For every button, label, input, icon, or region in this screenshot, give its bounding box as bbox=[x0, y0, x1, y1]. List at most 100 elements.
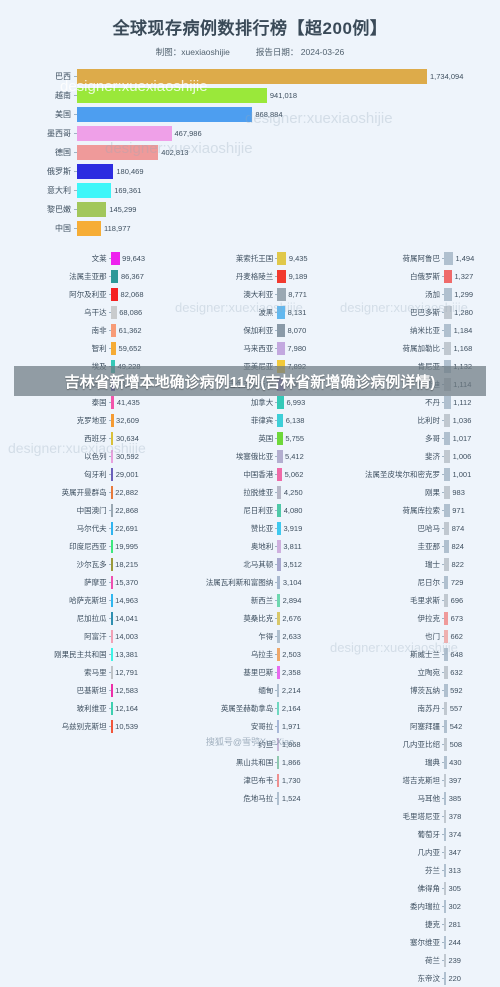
bar-category-label: 斐济 bbox=[424, 451, 440, 461]
bar-track: 1,494 bbox=[443, 251, 500, 265]
table-row: 瑞士 822 bbox=[333, 555, 500, 573]
bar bbox=[443, 521, 450, 535]
bar-track: 68,086 bbox=[110, 305, 167, 319]
bar-value-label: 1,001 bbox=[452, 469, 472, 479]
table-row: 纳米比亚 1,184 bbox=[333, 321, 500, 339]
table-row: 波黑 8,131 bbox=[167, 303, 334, 321]
bar-track: 22,868 bbox=[110, 503, 167, 517]
table-row: 澳大利亚 8,771 bbox=[167, 285, 334, 303]
bar bbox=[443, 575, 449, 589]
table-row: 毛里求斯 696 bbox=[333, 591, 500, 609]
bar bbox=[443, 593, 449, 607]
bar-category-label: 泰国 bbox=[91, 397, 107, 407]
bar-category-label: 白俄罗斯 bbox=[409, 271, 440, 281]
table-row: 荷属阿鲁巴 1,494 bbox=[333, 249, 500, 267]
bar-track: 302 bbox=[443, 899, 500, 913]
bar bbox=[443, 341, 451, 355]
bar-category-label: 荷兰 bbox=[424, 955, 440, 965]
bar bbox=[443, 539, 449, 553]
table-row: 也门 662 bbox=[333, 627, 500, 645]
bar bbox=[443, 881, 446, 895]
table-row: 美国 868,884 bbox=[0, 105, 494, 123]
bar-track: 1,866 bbox=[277, 755, 333, 769]
bar bbox=[443, 719, 448, 733]
bar bbox=[110, 305, 117, 319]
bar-track: 244 bbox=[443, 935, 500, 949]
small-bar-columns: 文莱 99,643 法属圭亚那 86,367 阿尔及利亚 82,068 乌干达 68,086 南… bbox=[0, 249, 500, 987]
bar bbox=[277, 287, 286, 301]
bar bbox=[110, 449, 114, 463]
bar-track: 13,381 bbox=[110, 647, 167, 661]
bar-value-label: 180,469 bbox=[116, 166, 144, 176]
bar-category-label: 中国澳门 bbox=[76, 505, 107, 515]
table-row: 萨摩亚 15,370 bbox=[0, 573, 167, 591]
table-row: 英属圣赫勒拿岛 2,164 bbox=[167, 699, 334, 717]
bar-track: 9,435 bbox=[277, 251, 333, 265]
table-row: 以色列 30,592 bbox=[0, 447, 167, 465]
bar-value-label: 19,995 bbox=[115, 541, 139, 551]
bar-track: 29,001 bbox=[110, 467, 167, 481]
table-row: 荷属加勒比 1,168 bbox=[333, 339, 500, 357]
bar-category-label: 西班牙 bbox=[84, 433, 107, 443]
bar-value-label: 29,001 bbox=[115, 469, 139, 479]
bar-category-label: 索马里 bbox=[84, 667, 107, 677]
bar bbox=[110, 485, 113, 499]
bar bbox=[277, 323, 285, 337]
overlay-banner: 吉林省新增本地确诊病例11例(吉林省新增确诊病例详情) bbox=[14, 366, 486, 396]
table-row: 哈萨克斯坦 14,963 bbox=[0, 591, 167, 609]
table-row: 乌兹别克斯坦 10,539 bbox=[0, 717, 167, 735]
bar-track: 374 bbox=[443, 827, 500, 841]
bar-category-label: 委内瑞拉 bbox=[409, 901, 440, 911]
bar-category-label: 克罗地亚 bbox=[76, 415, 107, 425]
bar-category-label: 汤加 bbox=[424, 289, 440, 299]
bar bbox=[277, 611, 280, 625]
bar-track: 467,986 bbox=[77, 125, 494, 141]
bar-category-label: 阿富汗 bbox=[84, 631, 107, 641]
bar bbox=[277, 269, 287, 283]
table-row: 黑山共和国 1,866 bbox=[167, 753, 334, 771]
bar-track: 220 bbox=[443, 971, 500, 985]
bar-track: 3,512 bbox=[277, 557, 333, 571]
bar-value-label: 1,184 bbox=[453, 325, 473, 335]
table-row: 保加利亚 8,070 bbox=[167, 321, 334, 339]
bar bbox=[443, 665, 448, 679]
bar-value-label: 3,104 bbox=[282, 577, 302, 587]
bar-value-label: 3,919 bbox=[283, 523, 303, 533]
table-row: 马来西亚 7,980 bbox=[167, 339, 334, 357]
bar-category-label: 芬兰 bbox=[424, 865, 440, 875]
bar-category-label: 东帝汶 bbox=[417, 973, 440, 983]
bar-category-label: 丹麦格陵兰 bbox=[235, 271, 274, 281]
bar-category-label: 危地马拉 bbox=[243, 793, 274, 803]
bar-track: 592 bbox=[443, 683, 500, 697]
page-title: 全球现存病例数排行榜【超200例】 bbox=[112, 19, 388, 38]
table-row: 沙尔瓦多 18,215 bbox=[0, 555, 167, 573]
table-row: 塔吉克斯坦 397 bbox=[333, 771, 500, 789]
bar-value-label: 68,086 bbox=[119, 307, 143, 317]
bar-value-label: 239 bbox=[448, 955, 461, 965]
bar-value-label: 1,112 bbox=[453, 397, 472, 407]
bar-category-label: 葡萄牙 bbox=[417, 829, 440, 839]
bar-track: 118,977 bbox=[77, 220, 494, 236]
bar bbox=[277, 503, 282, 517]
table-row: 俄罗斯 180,469 bbox=[0, 162, 494, 180]
table-row: 黎巴嫩 145,299 bbox=[0, 200, 494, 218]
bar bbox=[443, 863, 446, 877]
table-row: 莱索托王国 9,435 bbox=[167, 249, 334, 267]
bar bbox=[110, 323, 117, 337]
bar bbox=[443, 773, 447, 787]
bar-value-label: 592 bbox=[450, 685, 463, 695]
bar-value-label: 313 bbox=[448, 865, 461, 875]
table-row: 几内亚 347 bbox=[333, 843, 500, 861]
bar-value-label: 2,633 bbox=[282, 631, 302, 641]
bar-track: 2,214 bbox=[277, 683, 333, 697]
bar-track: 1,734,094 bbox=[77, 68, 494, 84]
bar bbox=[110, 341, 117, 355]
bar-track: 32,609 bbox=[110, 413, 167, 427]
bar bbox=[277, 449, 283, 463]
bar-value-label: 145,299 bbox=[109, 204, 137, 214]
bar bbox=[443, 845, 447, 859]
bar-value-label: 82,068 bbox=[120, 289, 144, 299]
table-row: 中国 118,977 bbox=[0, 219, 494, 237]
bar-value-label: 868,884 bbox=[255, 109, 283, 119]
bar bbox=[443, 611, 449, 625]
